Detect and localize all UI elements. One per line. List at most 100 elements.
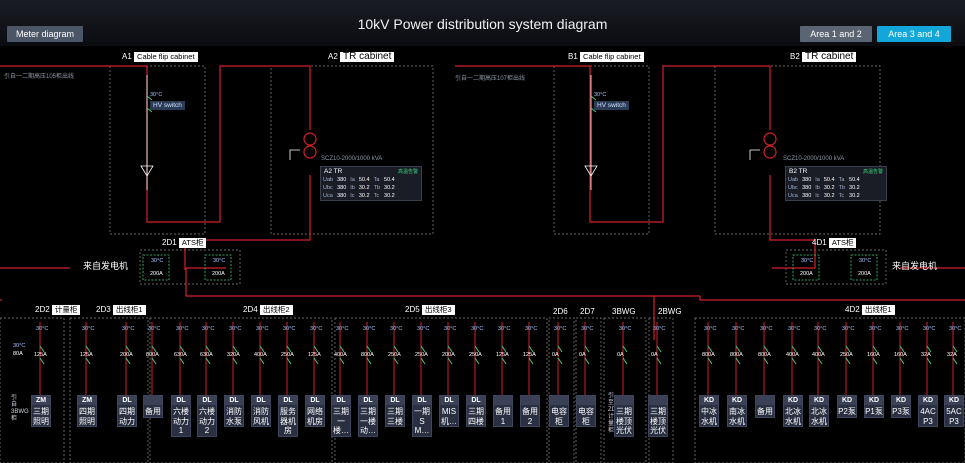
feeder-code <box>494 396 512 405</box>
tr-row: Uca 380 Ic 30.2 Tc 30.2 <box>786 192 862 200</box>
feeder-card[interactable]: 电容柜 <box>576 395 596 427</box>
left-temp: 30°C <box>13 343 26 349</box>
feeder-card[interactable]: KD P1泵 <box>864 395 884 418</box>
feeder-temp: 30°C <box>869 326 882 332</box>
feeder-card[interactable]: ZM 四期照明 <box>77 395 97 427</box>
feeder-card[interactable]: DL 六楼动力2 <box>197 395 217 437</box>
ats-right-amp-1: 200A <box>800 271 813 277</box>
feeder-card[interactable]: DL 三期四楼 <box>466 395 486 427</box>
feeder-code: KD <box>945 396 963 405</box>
feeder-code: KD <box>838 396 856 405</box>
2d3-label: 2D3 出线柜1 <box>96 305 146 315</box>
feeder-card[interactable]: DL 一期SM… <box>412 395 432 437</box>
b2-cabinet-frame <box>714 65 881 235</box>
feeder-card[interactable]: DL 消防水泵 <box>224 395 244 427</box>
feeder-name: 备用1 <box>495 407 511 426</box>
feeder-card[interactable]: 备用1 <box>493 395 513 427</box>
feeder-card[interactable]: DL 四期动力 <box>117 395 137 427</box>
feeder-card[interactable]: ZM 三期照明 <box>31 395 51 427</box>
feeder-amp: 0A <box>651 352 658 358</box>
feeder-card[interactable]: DL 服务器机房 <box>278 395 298 437</box>
tr-cell: 30.2 <box>384 185 395 191</box>
feeder-amp: 320A <box>227 352 240 358</box>
feeder-name: 三期楼顶光伏 <box>650 407 666 435</box>
ats-left-amp-1: 200A <box>150 271 163 277</box>
feeder-card[interactable]: KD P2泵 <box>837 395 857 418</box>
feeder-amp: 200A <box>120 352 133 358</box>
b1-label: B1 Cable flip cabinet <box>568 52 644 62</box>
feeder-code: DL <box>332 396 350 405</box>
tr-cell: 380 <box>802 185 812 191</box>
tr-cell: Ubc <box>323 185 333 191</box>
feeder-card[interactable]: KD 5ACP3 <box>944 395 964 427</box>
ats-left-temp-2: 30°C <box>213 258 226 264</box>
feeder-code: DL <box>172 396 190 405</box>
feeder-card[interactable]: KD P3泵 <box>891 395 911 418</box>
feeder-card[interactable]: DL 网络机房 <box>305 395 325 427</box>
feeder-name: 电容柜 <box>551 407 567 426</box>
tr-cell: Uab <box>788 177 799 183</box>
tr-row: Uab 380 Ia 50.4 Ta 50.4 <box>321 176 397 184</box>
feeder-name: 三期照明 <box>33 407 49 426</box>
feeder-card[interactable]: 备用2 <box>520 395 540 427</box>
feeder-amp: 400A <box>254 352 267 358</box>
feeder-code: DL <box>225 396 243 405</box>
feeder-card[interactable]: KD 北冰水机 <box>783 395 803 427</box>
tr-cell: 30.2 <box>358 193 370 199</box>
feeder-name: 南冰水机 <box>729 407 745 426</box>
feeder-code: DL <box>386 396 404 405</box>
feeder-name: 中冰水机 <box>701 407 717 426</box>
tr-cell: Uca <box>323 193 333 199</box>
feeder-temp: 30°C <box>256 326 269 332</box>
feeder-card[interactable]: KD 4ACP3 <box>918 395 938 427</box>
feeder-name: 4ACP3 <box>920 407 936 426</box>
feeder-card[interactable]: 三期楼顶光伏 <box>648 395 668 437</box>
tr-cell: Uab <box>323 177 334 183</box>
feeder-amp: 630A <box>174 352 187 358</box>
feeder-temp: 30°C <box>896 326 909 332</box>
feeder-card[interactable]: DL MIS机… <box>439 395 459 427</box>
feeder-card[interactable]: DL 三期一楼动… <box>358 395 378 437</box>
feeder-amp: 800A <box>758 352 771 358</box>
feeder-card[interactable]: DL 三期一楼… <box>331 395 351 437</box>
feeder-code: DL <box>413 396 431 405</box>
b1-hv-switch[interactable]: HV switch <box>594 101 629 110</box>
feeder-name: MIS机… <box>441 407 457 426</box>
tr-cell: 380 <box>337 193 347 199</box>
feeder-card[interactable]: 备用 <box>755 395 775 418</box>
feeder-name: 三期楼顶光伏 <box>616 407 632 435</box>
generator-label-left: 来自发电机 <box>83 261 129 271</box>
feeder-card[interactable]: DL 三期三楼 <box>385 395 405 427</box>
feeder-code <box>521 396 539 405</box>
b2-label: B2 TR cabinet <box>790 52 857 62</box>
feeder-code: ZM <box>32 396 50 405</box>
feeder-amp: 125A <box>34 352 47 358</box>
feeder-amp: 400A <box>786 352 799 358</box>
feeder-card[interactable]: 电容柜 <box>549 395 569 427</box>
a2-transformer-model: SCZ10-2000/1000 kVA <box>321 156 383 162</box>
feeder-amp: 800A <box>146 352 159 358</box>
feeder-card[interactable]: KD 南冰水机 <box>727 395 747 427</box>
feeder-card[interactable]: KD 中冰水机 <box>699 395 719 427</box>
feeder-code <box>615 396 633 405</box>
a2-tr-panel[interactable]: A2 TR 高温告警 Uab 380 Ia 50.4 Ta 50.4 Ubc 380 Ib 30.… <box>320 166 422 201</box>
feeder-temp: 30°C <box>949 326 962 332</box>
feeder-amp: 250A <box>281 352 294 358</box>
b2-tr-panel[interactable]: B2 TR 高温告警 Uab 380 Ia 50.4 Ta 50.4 Ubc 380 Ib 30.… <box>785 166 887 201</box>
feeder-card[interactable]: 备用 <box>143 395 163 418</box>
feeder-name: 六楼动力1 <box>173 407 189 435</box>
feeder-card[interactable]: KD 北冰水机 <box>809 395 829 427</box>
feeder-amp: 125A <box>308 352 321 358</box>
tr-cell: 380 <box>802 177 812 183</box>
feeder-card[interactable]: DL 消防风机 <box>251 395 271 427</box>
feeder-amp: 800A <box>730 352 743 358</box>
tr-cell: 380 <box>802 193 812 199</box>
feeder-amp: 160A <box>867 352 880 358</box>
ats-right-temp-1: 30°C <box>801 258 814 264</box>
feeder-card[interactable]: 三期楼顶光伏 <box>614 395 634 437</box>
feeder-amp: 400A <box>334 352 347 358</box>
feeder-temp: 30°C <box>788 326 801 332</box>
a1-hv-switch[interactable]: HV switch <box>150 101 185 110</box>
feeder-card[interactable]: DL 六楼动力1 <box>171 395 191 437</box>
tr-cell: Ubc <box>788 185 798 191</box>
